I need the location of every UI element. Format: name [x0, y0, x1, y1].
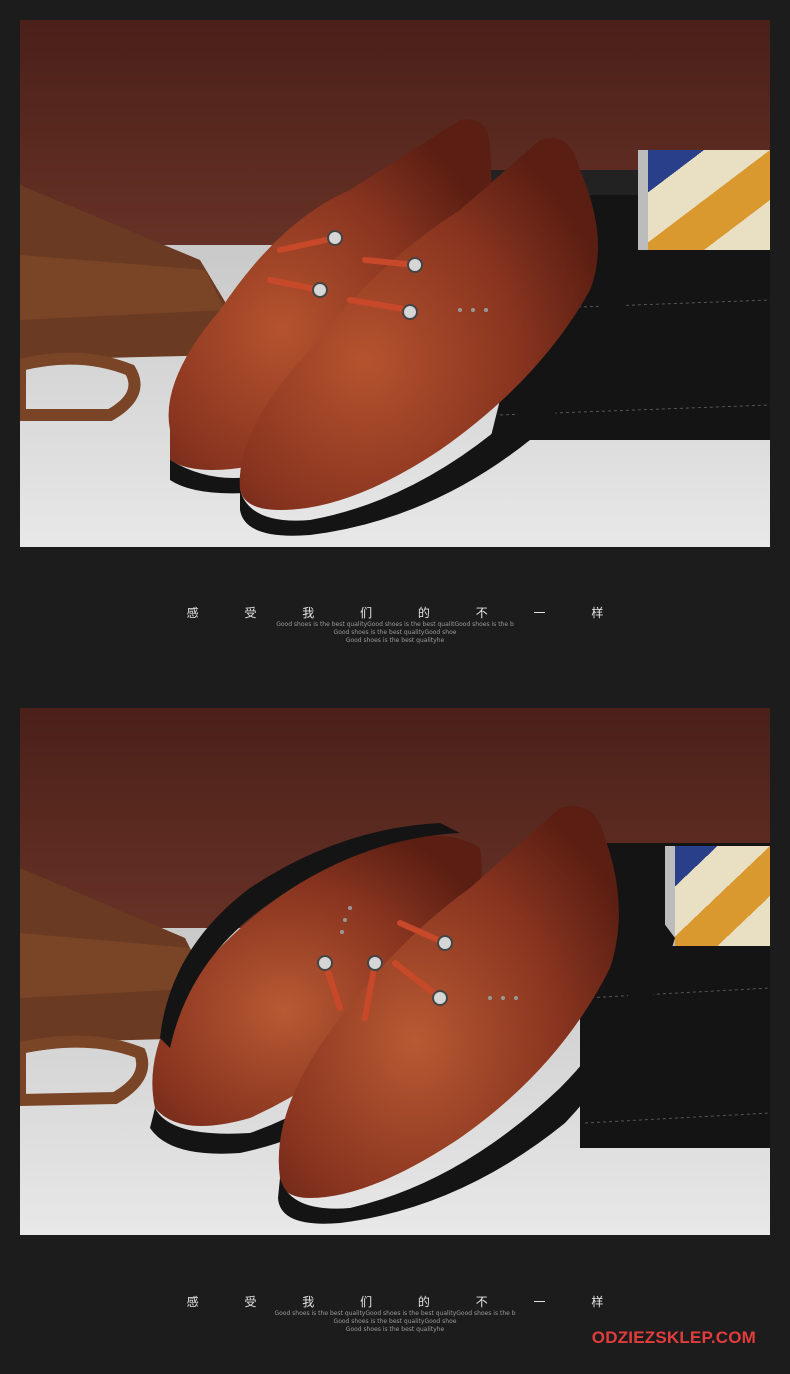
site-watermark: ODZIEZSKLEP.COM — [591, 1328, 756, 1347]
shoe-photo-illustration — [20, 20, 770, 547]
caption-subline-1: Good shoes is the best qualityGood shoes… — [274, 1310, 516, 1317]
caption-subline-2: Good shoes is the best qualityGood shoe — [333, 629, 457, 636]
caption-subline-2: Good shoes is the best qualityGood shoe — [333, 1318, 457, 1325]
shoe-photo-illustration — [20, 708, 770, 1235]
caption-section-1: 感 受 我 们 的 不 一 样 Good shoes is the best q… — [0, 605, 790, 645]
product-photo-1 — [20, 20, 770, 547]
caption-headline: 感 受 我 们 的 不 一 样 — [186, 606, 625, 620]
caption-subline-1: Good shoes is the best qualityGood shoes… — [276, 621, 514, 628]
caption-subline-3: Good shoes is the best qualityhe — [345, 637, 445, 644]
caption-headline: 感 受 我 们 的 不 一 样 — [186, 1295, 625, 1309]
product-photo-2 — [20, 708, 770, 1235]
